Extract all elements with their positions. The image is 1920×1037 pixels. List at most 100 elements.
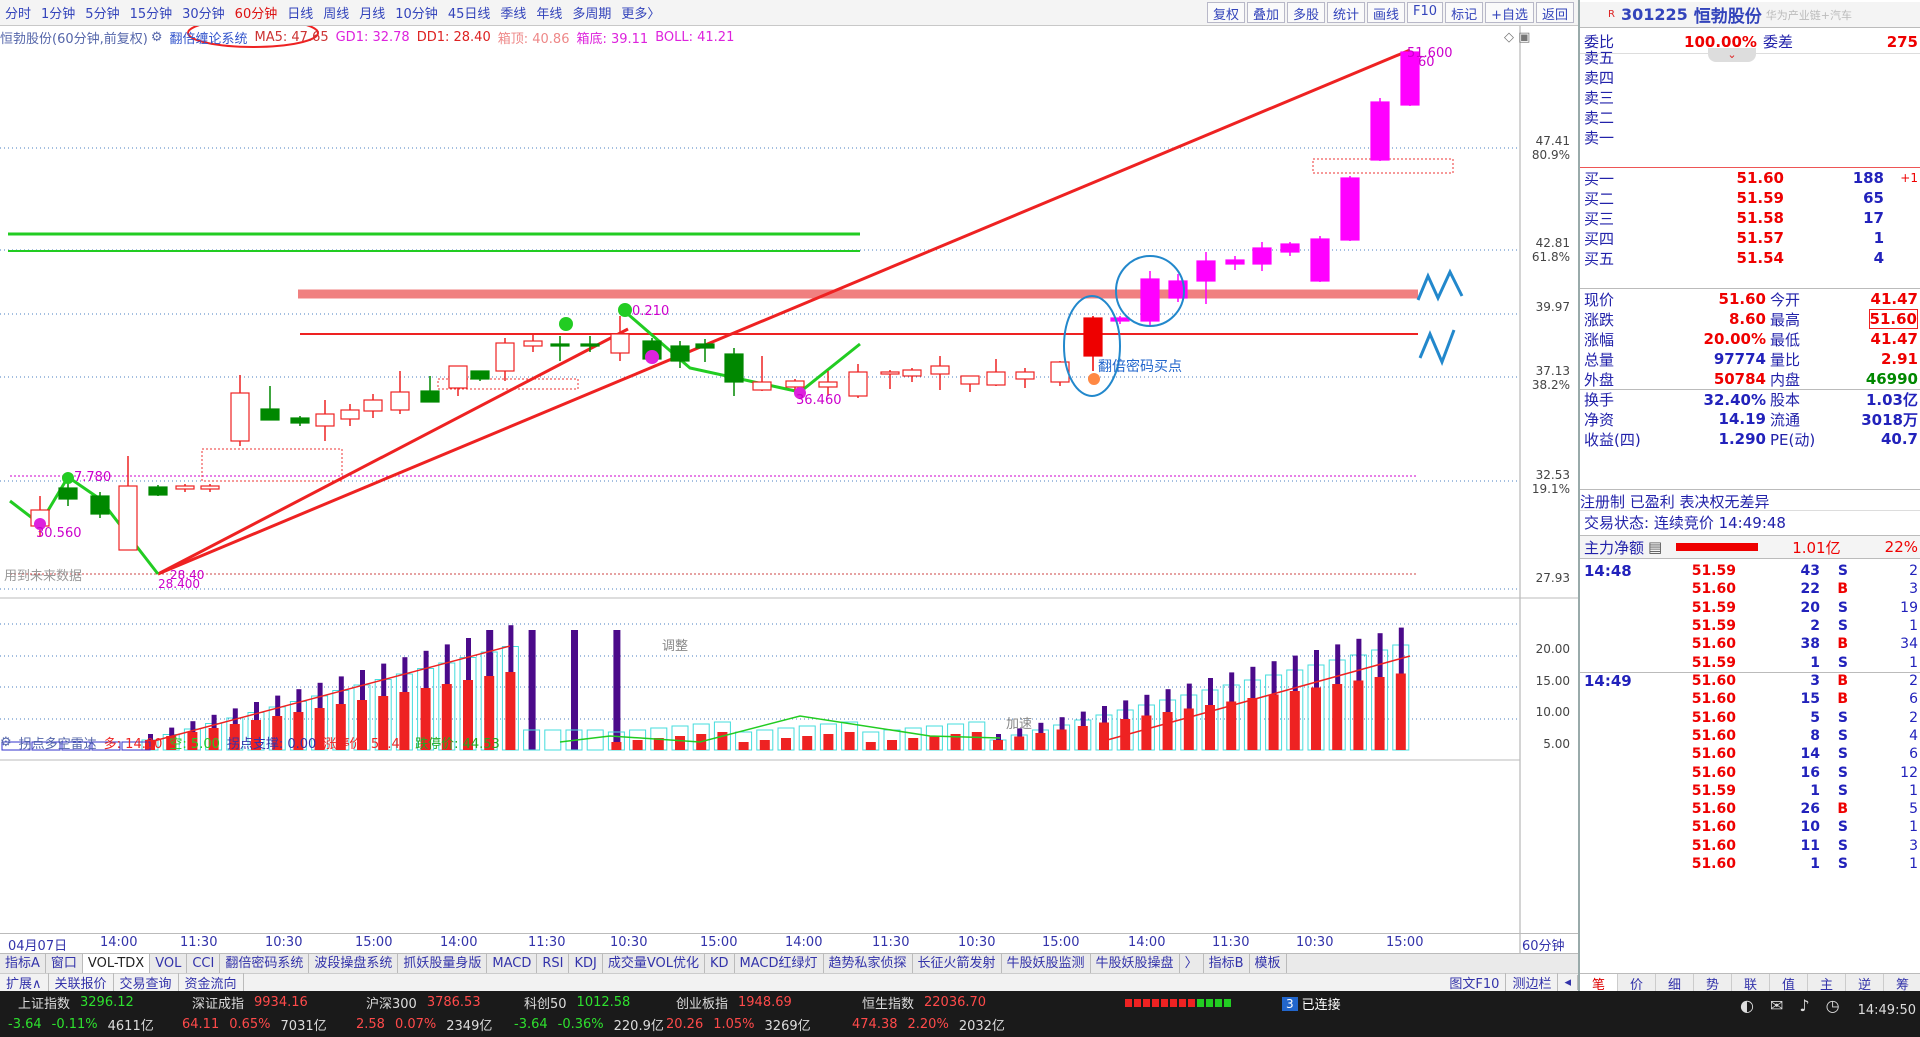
side-tab-1[interactable]: 价 xyxy=(1618,974,1656,993)
quote-value-2: 1.03亿 xyxy=(1865,391,1918,409)
indicator-tab-12[interactable]: KD xyxy=(705,954,735,973)
period-2[interactable]: 5分钟 xyxy=(80,3,124,22)
right-tab-2[interactable]: ◂ xyxy=(1558,975,1578,990)
toolbar-button-0[interactable]: 复权 xyxy=(1206,2,1245,23)
stock-title: 恒勃股份(60分钟,前复权) xyxy=(0,31,148,47)
indicator-tab-14[interactable]: 趋势私家侦探 xyxy=(824,954,913,973)
kline-chart[interactable]: 翻倍密码买点 51.600 60 0.210 36.460 30.560 7.7… xyxy=(0,26,1578,956)
bottom-tab-2[interactable]: 交易查询 xyxy=(114,973,179,992)
box-top-value: 箱顶: 40.86 xyxy=(497,31,570,47)
indicator-tab-19[interactable]: 指标B xyxy=(1204,954,1250,973)
buy-delta: +1 xyxy=(1900,171,1918,185)
side-tab-8[interactable]: 筹 xyxy=(1884,974,1920,993)
indicator-tab-8[interactable]: MACD xyxy=(487,954,538,973)
indicator-tab-1[interactable]: 窗口 xyxy=(46,954,83,973)
toolbar-button-2[interactable]: 多股 xyxy=(1286,2,1325,23)
tick-row: 51.59 20 S 19 xyxy=(1580,599,1920,617)
time-label: 14:00 xyxy=(1128,935,1166,950)
indicator-tab-18[interactable]: 〉 xyxy=(1180,954,1204,973)
tick-volume: 15 xyxy=(1800,691,1820,708)
indicator-gear-icon[interactable]: ⚙ xyxy=(0,735,12,750)
indicator-tab-17[interactable]: 牛股妖股操盘 xyxy=(1091,954,1180,973)
side-tab-7[interactable]: 逆 xyxy=(1846,974,1884,993)
bottom-tab-3[interactable]: 资金流向 xyxy=(179,973,244,992)
toolbar-button-8[interactable]: 返回 xyxy=(1535,2,1574,23)
indicator-tab-10[interactable]: KDJ xyxy=(569,954,603,973)
period-12[interactable]: 年线 xyxy=(531,3,567,22)
index-value: 3786.53 xyxy=(426,995,481,1010)
list-icon[interactable]: ▤ xyxy=(1648,538,1662,556)
gear-icon[interactable]: ⚙ xyxy=(151,30,163,45)
status-icons[interactable]: ◐ ✉ ♪ ◷ xyxy=(1740,996,1840,1015)
index-2[interactable]: 沪深300 3786.53 xyxy=(352,991,481,1014)
toolbar-button-6[interactable]: 标记 xyxy=(1445,2,1484,23)
toolbar-button-4[interactable]: 画线 xyxy=(1367,2,1406,23)
indicator-tab-16[interactable]: 牛股妖股监测 xyxy=(1002,954,1091,973)
side-tab-2[interactable]: 细 xyxy=(1656,974,1694,993)
index-1[interactable]: 深证成指 9934.16 xyxy=(178,991,308,1014)
indicator-tab-20[interactable]: 模板 xyxy=(1250,954,1287,973)
toolbar-button-3[interactable]: 统计 xyxy=(1327,2,1366,23)
index-4[interactable]: 创业板指 1948.69 xyxy=(662,991,792,1014)
index-0[interactable]: 上证指数 3296.12 xyxy=(4,991,134,1014)
index-pct: 0.07% xyxy=(394,1017,437,1032)
candle xyxy=(390,371,410,414)
side-tab-0[interactable]: 笔 xyxy=(1580,974,1618,993)
tick-row: 51.59 1 S 1 xyxy=(1580,654,1920,672)
indicator-tab-15[interactable]: 长征火箭发射 xyxy=(913,954,1002,973)
toolbar-button-5[interactable]: F10 xyxy=(1407,2,1444,23)
period-3[interactable]: 15分钟 xyxy=(125,3,178,22)
bottom-tab-1[interactable]: 关联报价 xyxy=(49,973,114,992)
period-unit-label[interactable]: 60分钟 xyxy=(1522,935,1565,954)
heat-cell xyxy=(1215,999,1222,1007)
period-14[interactable]: 更多〉 xyxy=(616,3,665,22)
period-1[interactable]: 1分钟 xyxy=(36,3,80,22)
period-7[interactable]: 周线 xyxy=(318,3,354,22)
sell-label: 卖一 xyxy=(1584,128,1615,147)
clock-icon[interactable]: ◷ xyxy=(1826,996,1840,1015)
index-5[interactable]: 恒生指数 22036.70 xyxy=(848,991,986,1014)
toolbar-button-1[interactable]: 叠加 xyxy=(1246,2,1285,23)
period-4[interactable]: 30分钟 xyxy=(177,3,230,22)
indicator-tab-7[interactable]: 抓妖股量身版 xyxy=(398,954,488,973)
indicator-tab-9[interactable]: RSI xyxy=(537,954,570,973)
side-tab-5[interactable]: 值 xyxy=(1770,974,1808,993)
period-6[interactable]: 日线 xyxy=(282,3,318,22)
bell-icon[interactable]: ♪ xyxy=(1799,996,1809,1015)
period-13[interactable]: 多周期 xyxy=(567,3,616,22)
indicator-tab-2[interactable]: VOL-TDX xyxy=(82,954,151,973)
indicator-y-label: 20.00 xyxy=(1535,642,1570,656)
side-tab-3[interactable]: 势 xyxy=(1694,974,1732,993)
right-tab-0[interactable]: 图文F10 xyxy=(1443,973,1507,992)
index-3[interactable]: 科创50 1012.58 xyxy=(510,991,630,1014)
message-icon[interactable]: ✉ xyxy=(1770,996,1783,1015)
period-5[interactable]: 60分钟 xyxy=(230,3,283,22)
period-8[interactable]: 月线 xyxy=(354,3,390,22)
side-tab-4[interactable]: 联 xyxy=(1732,974,1770,993)
indicator-tab-11[interactable]: 成交量VOL优化 xyxy=(603,954,705,973)
toolbar-button-7[interactable]: +自选 xyxy=(1485,2,1534,23)
system-label[interactable]: 翻倍缠论系统 xyxy=(169,28,247,47)
indicator-tab-13[interactable]: MACD红绿灯 xyxy=(735,954,824,973)
tick-count: 1 xyxy=(1909,654,1918,671)
buy-volume: 4 xyxy=(1873,249,1884,267)
dd1-value: DD1: 28.40 xyxy=(416,29,491,45)
refresh-icon[interactable]: ◐ xyxy=(1740,996,1754,1015)
indicator-tab-5[interactable]: 翻倍密码系统 xyxy=(220,954,310,973)
main-force-pct: 22% xyxy=(1884,538,1918,556)
indicator-tab-3[interactable]: VOL xyxy=(150,954,188,973)
indicator-tab-6[interactable]: 波段操盘系统 xyxy=(309,954,399,973)
period-11[interactable]: 季线 xyxy=(495,3,531,22)
indicator-tab-0[interactable]: 指标A xyxy=(0,954,46,973)
side-tab-6[interactable]: 主 xyxy=(1808,974,1846,993)
status-bar: 3 已连接 ◐ ✉ ♪ ◷ 14:49:50 上证指数 3296.12 -3.64-… xyxy=(0,991,1920,1037)
period-0[interactable]: 分时 xyxy=(0,3,36,22)
right-tab-1[interactable]: 测边栏 xyxy=(1506,973,1559,992)
indicator-tab-4[interactable]: CCI xyxy=(187,954,221,973)
period-9[interactable]: 10分钟 xyxy=(390,3,443,22)
bottom-tab-0[interactable]: 扩展∧ xyxy=(0,973,49,992)
quote-label: 涨幅 xyxy=(1584,330,1615,349)
period-10[interactable]: 45日线 xyxy=(443,3,496,22)
indicator-bar xyxy=(993,740,1003,750)
chart-window-controls[interactable]: ◇ ▣ xyxy=(1504,30,1530,45)
